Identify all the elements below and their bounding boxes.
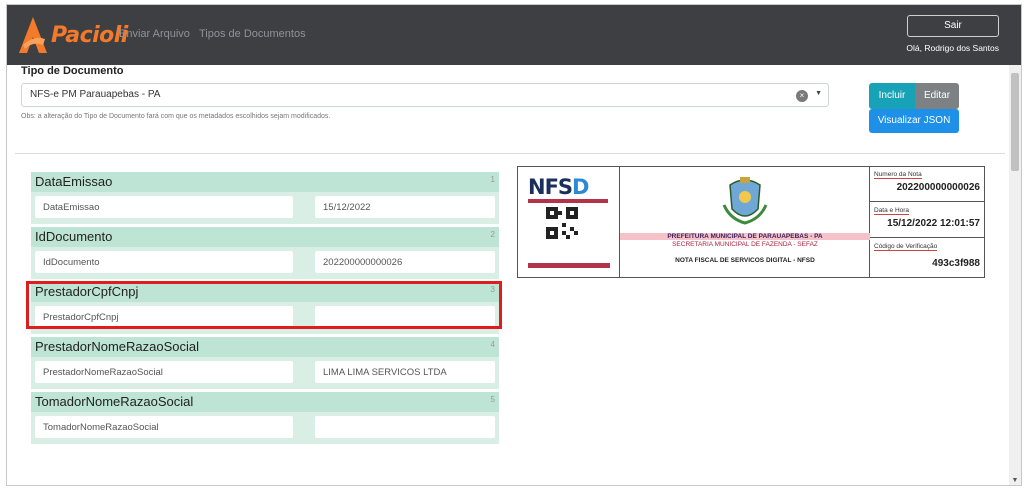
preview-numero-label: Numero da Nota <box>874 171 922 179</box>
chevron-down-icon[interactable]: ▼ <box>815 90 822 97</box>
preview-right-panel: Numero da Nota 202200000000026 Data e Ho… <box>870 167 984 277</box>
coat-of-arms-icon <box>722 177 768 225</box>
field-label-input[interactable]: DataEmissao <box>35 196 293 218</box>
preview-data-label: Data e Hora <box>874 207 910 215</box>
field-value: LIMA LIMA SERVICOS LTDA <box>323 367 447 378</box>
scroll-down-icon[interactable]: ▼ <box>1011 477 1019 485</box>
preview-numero-value: 202200000000026 <box>896 182 980 193</box>
field-label-input[interactable]: TomadorNomeRazaoSocial <box>35 416 293 438</box>
qr-code-icon <box>546 207 578 239</box>
user-greeting: Olá, Rodrigo dos Santos <box>906 43 999 53</box>
field-label: PrestadorNomeRazaoSocial <box>43 367 163 378</box>
field-header: IdDocumento 2 <box>31 227 499 247</box>
document-type-value: NFS-e PM Parauapebas - PA <box>30 89 161 100</box>
field-value-input[interactable] <box>315 416 495 438</box>
field-body: TomadorNomeRazaoSocial <box>31 412 499 444</box>
vertical-scrollbar[interactable]: ▼ <box>1009 65 1021 485</box>
preview-separator <box>870 201 984 202</box>
field-value-input[interactable]: LIMA LIMA SERVICOS LTDA <box>315 361 495 383</box>
document-type-label: Tipo de Documento <box>21 65 124 77</box>
field-label: IdDocumento <box>43 257 100 268</box>
field-value-input[interactable]: 202200000000026 <box>315 251 495 273</box>
app-window: Pacioli Enviar Arquivo Tipos de Document… <box>6 4 1022 486</box>
field-header: DataEmissao 1 <box>31 172 499 192</box>
field-body: DataEmissao 15/12/2022 <box>31 192 499 224</box>
preview-codigo-label: Código de Verificação <box>874 243 938 251</box>
field-label: TomadorNomeRazaoSocial <box>43 422 159 433</box>
field-value: 15/12/2022 <box>323 202 371 213</box>
preview-secretaria: SECRETARIA MUNICIPAL DE FAZENDA - SEFAZ <box>672 241 818 248</box>
field-index: 5 <box>490 395 495 404</box>
preview-prefeitura: PREFEITURA MUNICIPAL DE PARAUAPEBAS - PA <box>620 233 870 240</box>
metadata-field-card: TomadorNomeRazaoSocial 5 TomadorNomeRaza… <box>31 392 499 444</box>
field-name: TomadorNomeRazaoSocial <box>35 394 194 409</box>
preview-codigo-value: 493c3f988 <box>932 258 980 269</box>
metadata-field-card: PrestadorNomeRazaoSocial 4 PrestadorNome… <box>31 337 499 389</box>
qr-caption <box>528 263 610 268</box>
field-name: PrestadorNomeRazaoSocial <box>35 339 200 354</box>
document-preview: NFSD PREFEITURA MUNICIPAL DE PARAUAPEBAS… <box>517 166 985 278</box>
nfse-logo: NFSD <box>528 175 590 199</box>
field-index: 2 <box>490 230 495 239</box>
field-header: PrestadorNomeRazaoSocial 4 <box>31 337 499 357</box>
metadata-field-card: IdDocumento 2 IdDocumento 20220000000002… <box>31 227 499 279</box>
field-label-input[interactable]: IdDocumento <box>35 251 293 273</box>
document-type-note: Obs: a alteração do Tipo de Documento fa… <box>21 113 331 120</box>
field-body: PrestadorNomeRazaoSocial LIMA LIMA SERVI… <box>31 357 499 389</box>
field-name: IdDocumento <box>35 229 113 244</box>
field-index: 4 <box>490 340 495 349</box>
logout-button[interactable]: Sair <box>907 15 999 37</box>
preview-center-panel: PREFEITURA MUNICIPAL DE PARAUAPEBAS - PA… <box>620 167 870 277</box>
preview-left-panel: NFSD <box>518 167 620 277</box>
nav-link-enviar-arquivo[interactable]: Enviar Arquivo <box>119 28 190 40</box>
highlight-box <box>26 281 502 329</box>
app-name: Pacioli <box>51 23 128 48</box>
field-value: 202200000000026 <box>323 257 403 268</box>
field-label: DataEmissao <box>43 202 100 213</box>
visualizar-json-button[interactable]: Visualizar JSON <box>869 109 959 133</box>
nfse-logo-text: NFS <box>528 175 573 199</box>
incluir-button[interactable]: Incluir <box>869 83 915 109</box>
scrollbar-thumb[interactable] <box>1011 73 1019 171</box>
pacioli-logo-icon <box>19 17 47 53</box>
document-type-select[interactable]: NFS-e PM Parauapebas - PA × ▼ <box>21 83 829 107</box>
preview-separator <box>870 237 984 238</box>
nfse-logo-d: D <box>572 175 589 199</box>
field-index: 1 <box>490 175 495 184</box>
metadata-field-card: DataEmissao 1 DataEmissao 15/12/2022 <box>31 172 499 224</box>
clear-icon[interactable]: × <box>796 90 808 102</box>
preview-data-value: 15/12/2022 12:01:57 <box>887 218 980 229</box>
field-value-input[interactable]: 15/12/2022 <box>315 196 495 218</box>
nav-link-tipos-documentos[interactable]: Tipos de Documentos <box>199 28 306 40</box>
app-logo[interactable]: Pacioli <box>17 15 128 55</box>
nfse-logo-underline <box>528 199 608 203</box>
preview-nota-title: NOTA FISCAL DE SERVICOS DIGITAL - NFSD <box>675 257 815 264</box>
field-body: IdDocumento 202200000000026 <box>31 247 499 279</box>
editar-button[interactable]: Editar <box>915 83 959 109</box>
section-divider <box>15 153 1005 154</box>
field-header: TomadorNomeRazaoSocial 5 <box>31 392 499 412</box>
field-label-input[interactable]: PrestadorNomeRazaoSocial <box>35 361 293 383</box>
top-navbar: Pacioli Enviar Arquivo Tipos de Document… <box>7 5 1021 65</box>
field-name: DataEmissao <box>35 174 113 189</box>
